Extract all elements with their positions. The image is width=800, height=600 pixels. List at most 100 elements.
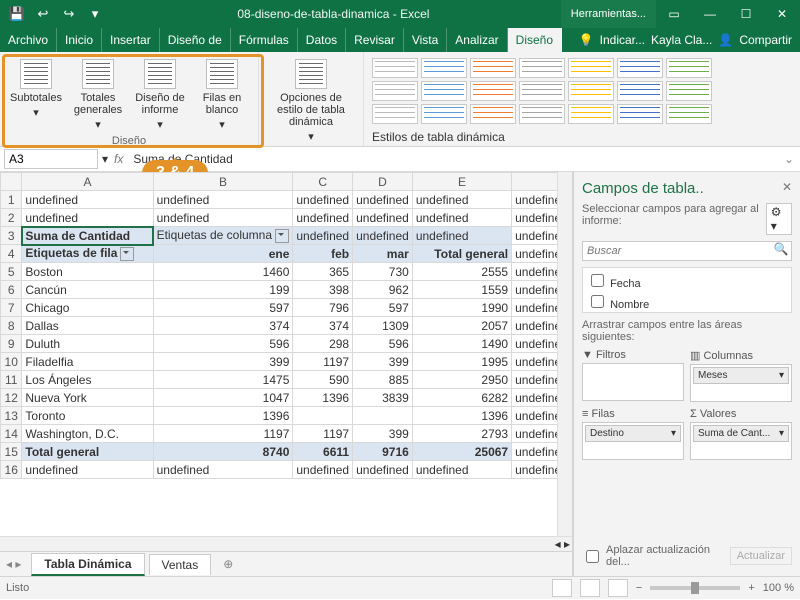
subtotales-button[interactable]: Subtotales▾: [6, 56, 66, 134]
cell[interactable]: 399: [353, 425, 413, 443]
table-row[interactable]: 16undefinedundefinedundefinedundefinedun…: [1, 461, 572, 479]
cell[interactable]: 2057: [412, 317, 511, 335]
cell[interactable]: 1990: [412, 299, 511, 317]
cell[interactable]: 8740: [153, 443, 293, 461]
cell[interactable]: Total general: [22, 443, 153, 461]
cell[interactable]: Toronto: [22, 407, 153, 425]
cell[interactable]: 2555: [412, 263, 511, 281]
cell[interactable]: Chicago: [22, 299, 153, 317]
table-row[interactable]: 9Duluth5962985961490undefined: [1, 335, 572, 353]
cell[interactable]: 298: [293, 335, 353, 353]
sheet-tab-active[interactable]: Tabla Dinámica: [31, 553, 144, 576]
fx-icon[interactable]: fx: [108, 152, 129, 166]
area-filas[interactable]: ≡ FilasDestino▾: [582, 408, 684, 460]
cell[interactable]: 1197: [153, 425, 293, 443]
cell[interactable]: 590: [293, 371, 353, 389]
cell[interactable]: undefined: [353, 209, 413, 227]
col-header-c[interactable]: C: [293, 173, 353, 191]
cell[interactable]: 374: [293, 317, 353, 335]
tell-me-label[interactable]: Indicar...: [600, 33, 645, 47]
cell[interactable]: undefined: [153, 209, 293, 227]
cell[interactable]: 1995: [412, 353, 511, 371]
row-header[interactable]: 10: [1, 353, 22, 371]
cell[interactable]: undefined: [293, 227, 353, 245]
horizontal-scrollbar[interactable]: ◂ ▸: [0, 536, 572, 551]
opciones-estilo-button[interactable]: Opciones de estilo de tabla dinámica▾: [265, 56, 357, 146]
cell[interactable]: Los Ángeles: [22, 371, 153, 389]
area-filtros[interactable]: ▼ Filtros: [582, 349, 684, 402]
cell[interactable]: undefined: [22, 191, 153, 209]
cell[interactable]: 374: [153, 317, 293, 335]
redo-icon[interactable]: ↪: [58, 3, 80, 25]
view-pagebreak-icon[interactable]: [608, 579, 628, 597]
cell[interactable]: Filadelfia: [22, 353, 153, 371]
style-swatch[interactable]: [421, 104, 467, 124]
row-header[interactable]: 4: [1, 245, 22, 263]
cell[interactable]: 399: [353, 353, 413, 371]
cell[interactable]: 6611: [293, 443, 353, 461]
view-layout-icon[interactable]: [580, 579, 600, 597]
cell[interactable]: 596: [153, 335, 293, 353]
pane-close-icon[interactable]: ✕: [782, 180, 792, 194]
tab-analizar[interactable]: Analizar: [447, 28, 507, 52]
formula-expand-icon[interactable]: ⌄: [778, 152, 800, 166]
cell[interactable]: Duluth: [22, 335, 153, 353]
cell[interactable]: 596: [353, 335, 413, 353]
cell[interactable]: Washington, D.C.: [22, 425, 153, 443]
table-row[interactable]: 3Suma de CantidadEtiquetas de columnaund…: [1, 227, 572, 245]
cell[interactable]: 796: [293, 299, 353, 317]
cell[interactable]: 1396: [293, 389, 353, 407]
chip-suma[interactable]: Suma de Cant...▾: [693, 425, 789, 442]
style-swatch[interactable]: [470, 58, 516, 78]
row-header[interactable]: 16: [1, 461, 22, 479]
select-all[interactable]: [1, 173, 22, 191]
style-swatch[interactable]: [421, 81, 467, 101]
update-button[interactable]: Actualizar: [730, 547, 792, 565]
style-swatch[interactable]: [617, 58, 663, 78]
cell[interactable]: 597: [153, 299, 293, 317]
cell[interactable]: 597: [353, 299, 413, 317]
cell[interactable]: undefined: [412, 227, 511, 245]
grid[interactable]: A B C D E 1undefinedundefinedundefinedun…: [0, 172, 572, 536]
filas-blanco-button[interactable]: Filas en blanco▾: [192, 56, 252, 134]
cell[interactable]: 1197: [293, 425, 353, 443]
field-fecha[interactable]: Fecha: [587, 270, 787, 291]
tab-formulas[interactable]: Fórmulas: [231, 28, 298, 52]
cell[interactable]: 398: [293, 281, 353, 299]
field-nombre[interactable]: Nombre: [587, 291, 787, 312]
table-row[interactable]: 15Total general87406611971625067undefine…: [1, 443, 572, 461]
cell[interactable]: [293, 407, 353, 425]
cell[interactable]: undefined: [353, 461, 413, 479]
table-row[interactable]: 7Chicago5977965971990undefined: [1, 299, 572, 317]
style-swatch[interactable]: [519, 58, 565, 78]
save-icon[interactable]: 💾: [6, 3, 28, 25]
sheet-nav[interactable]: ◂ ▸: [0, 557, 27, 571]
style-swatch[interactable]: [470, 81, 516, 101]
chip-destino[interactable]: Destino▾: [585, 425, 681, 442]
cell[interactable]: feb: [293, 245, 353, 263]
cell[interactable]: 1309: [353, 317, 413, 335]
zoom-in-icon[interactable]: +: [748, 582, 754, 594]
style-swatch[interactable]: [666, 81, 712, 101]
maximize-icon[interactable]: ☐: [728, 0, 764, 28]
style-swatch[interactable]: [568, 104, 614, 124]
cell[interactable]: Total general: [412, 245, 511, 263]
table-row[interactable]: 14Washington, D.C.119711973992793undefin…: [1, 425, 572, 443]
formula-input[interactable]: Suma de Cantidad: [129, 152, 778, 166]
cell[interactable]: undefined: [22, 461, 153, 479]
cell[interactable]: 9716: [353, 443, 413, 461]
row-header[interactable]: 5: [1, 263, 22, 281]
style-swatch[interactable]: [666, 58, 712, 78]
cell[interactable]: 2793: [412, 425, 511, 443]
table-row[interactable]: 13Toronto13961396undefined: [1, 407, 572, 425]
qat-more-icon[interactable]: ▾: [84, 3, 106, 25]
cell[interactable]: Suma de Cantidad: [22, 227, 153, 245]
row-header[interactable]: 7: [1, 299, 22, 317]
add-sheet-icon[interactable]: ⊕: [217, 557, 239, 571]
cell[interactable]: Dallas: [22, 317, 153, 335]
share-icon[interactable]: 👤: [718, 33, 733, 47]
area-columnas[interactable]: ▥ ColumnasMeses▾: [690, 349, 792, 402]
zoom-slider[interactable]: [650, 586, 740, 590]
table-row[interactable]: 2undefinedundefinedundefinedundefinedund…: [1, 209, 572, 227]
row-header[interactable]: 3: [1, 227, 22, 245]
